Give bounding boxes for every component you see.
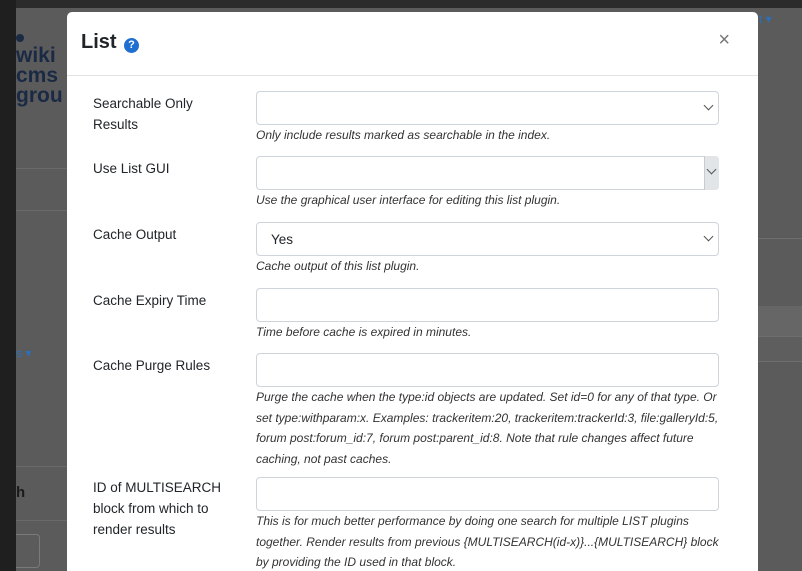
field-hint: Purge the cache when the type:id objects…	[256, 390, 719, 466]
field-label: Cache Purge Rules	[93, 358, 211, 373]
field-label: Cache Expiry Time	[93, 293, 207, 308]
cache-expiry-input[interactable]	[256, 288, 719, 322]
chevron-down-icon	[706, 164, 717, 175]
cache-purge-rules-input[interactable]	[256, 353, 719, 387]
modal-title: List	[81, 31, 117, 53]
select-value: Yes	[271, 232, 294, 247]
background-edge	[0, 0, 16, 571]
list-plugin-modal: List ? × Searchable Only Results Only in…	[67, 12, 758, 571]
field-hint: Time before cache is expired in minutes.	[256, 325, 472, 339]
field-label: Use List GUI	[93, 161, 170, 176]
field-label: ID of MULTISEARCH block from which to re…	[93, 480, 222, 537]
background-heading: h	[16, 484, 26, 501]
background-input	[16, 534, 40, 568]
background-divider	[16, 168, 67, 169]
cache-output-select[interactable]: Yes	[256, 222, 719, 256]
background-menu-toggle: t ▾	[759, 12, 772, 26]
background-panel	[757, 306, 802, 336]
searchable-only-select[interactable]	[256, 91, 719, 125]
field-hint: Only include results marked as searchabl…	[256, 128, 551, 142]
modal-header: List ? ×	[67, 12, 758, 76]
field-hint: Cache output of this list plugin.	[256, 259, 420, 273]
logo-mark	[16, 34, 24, 42]
background-divider	[16, 210, 67, 211]
help-icon[interactable]: ?	[124, 38, 139, 53]
field-hint: Use the graphical user interface for edi…	[256, 193, 561, 207]
chevron-down-icon	[703, 231, 714, 242]
select-arrow-button[interactable]	[704, 156, 719, 190]
background-divider	[16, 520, 67, 521]
field-label: Searchable Only Results	[93, 96, 193, 132]
background-dropdown-link: s ▾	[16, 346, 32, 360]
close-button[interactable]: ×	[718, 29, 730, 52]
field-label: Cache Output	[93, 227, 177, 242]
background-divider	[757, 238, 802, 239]
multisearch-id-input[interactable]	[256, 477, 719, 511]
field-hint: This is for much better performance by d…	[256, 514, 719, 569]
site-logo: wiki cms grou	[16, 34, 63, 106]
use-list-gui-select[interactable]	[256, 156, 719, 190]
background-divider	[16, 466, 67, 467]
background-panel	[757, 336, 802, 362]
chevron-down-icon	[703, 100, 714, 111]
